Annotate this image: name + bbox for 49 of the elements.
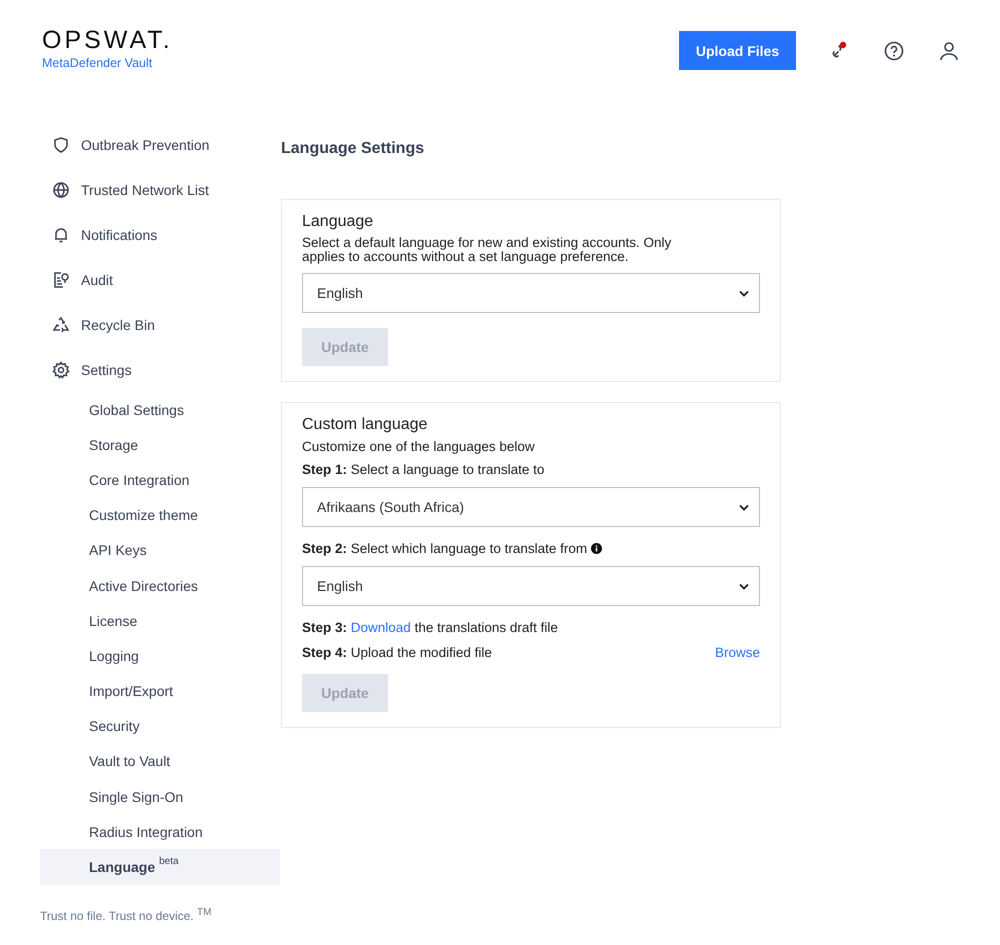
gear-icon [52,360,70,378]
page-title: Language Settings [281,140,426,158]
nav-subitem[interactable]: Security [40,708,280,744]
nav-item[interactable]: Settings [40,347,280,392]
product-name: MetaDefender Vault [42,56,154,70]
globe-icon [52,180,70,198]
bell-icon [52,226,70,244]
nav-item[interactable]: Trusted Network List [40,167,280,212]
step-text: Step 2: Select which language to translate from [302,541,588,556]
nav-subitem[interactable]: Import/Export [40,674,280,709]
language-select[interactable]: English [302,273,760,313]
card-title: Language [302,213,374,231]
nav-subitem[interactable]: Radius Integration [40,814,280,850]
step-text: Step 4: Upload the modified file [302,645,492,660]
card-description: Select a default language for new and existing accounts. Only applies to accounts without a set language preference. [302,236,672,264]
nav-subitem[interactable]: API Keys [40,532,280,568]
nav-subitem[interactable]: Customize theme [40,498,280,533]
nav-subitem[interactable]: Logging [40,638,280,674]
nav-subitem[interactable]: Active Directories [40,568,280,604]
document-icon [52,270,70,288]
nav-subitem[interactable]: Core Integration [40,462,280,498]
nav-subitem[interactable]: Vault to Vault [40,744,280,780]
nav-subitem[interactable]: Language $^{beta}$ [40,849,280,885]
upload-files-button[interactable]: Upload Files [679,31,796,70]
download-link[interactable]: Download [350,620,411,635]
language-select[interactable]: Afrikaans (South Africa) [302,487,760,527]
chevron-down-icon [739,290,749,296]
nav-item[interactable]: Recycle Bin [40,302,280,347]
card-description: Customize one of the languages below [302,439,536,454]
nav-item[interactable]: Outbreak Prevention [40,122,280,167]
nav-subitem[interactable]: License [40,603,280,638]
user-icon[interactable] [938,40,960,62]
recycle-icon [52,316,70,334]
nav-subitem[interactable]: Storage [40,427,280,462]
tagline: Trust no file. Trust no device. $^{TM}$ [40,906,212,923]
step-text: Step 3: Download the translations draft file [302,620,558,635]
card-title: Custom language [302,416,428,434]
help-icon[interactable] [883,40,905,62]
chevron-down-icon [739,504,749,510]
step-text: Step 1: Select a language to translate to [302,462,544,477]
browse-link[interactable]: Browse [714,645,760,660]
chevron-down-icon [739,582,749,590]
nav-subitem[interactable]: Global Settings [40,392,280,428]
language-select[interactable]: English [302,566,760,606]
logo-wordmark: OPSWAT. [42,28,173,52]
nav-item[interactable]: Notifications [40,212,280,257]
nav-item[interactable]: Audit [40,257,280,302]
shield-icon [52,136,70,154]
nav-subitem[interactable]: Single Sign-On [40,779,280,814]
